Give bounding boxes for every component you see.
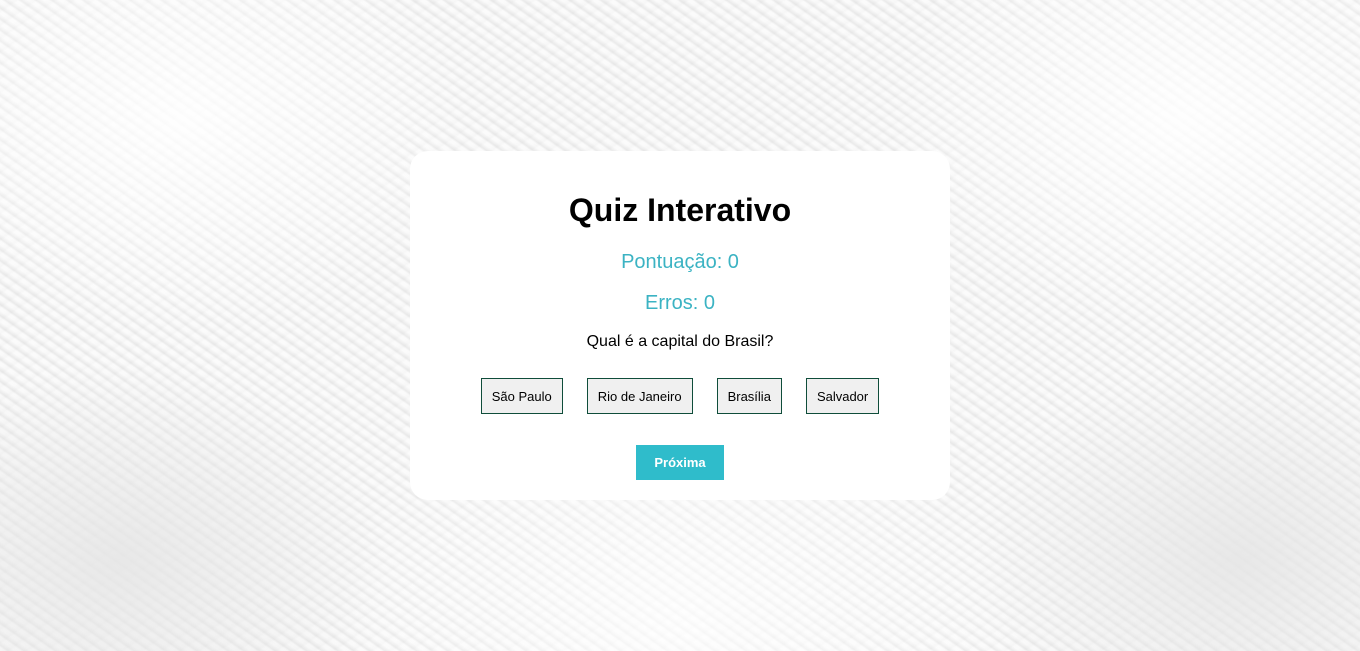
answer-option-salvador[interactable]: Salvador bbox=[805, 378, 880, 414]
quiz-title: Quiz Interativo bbox=[568, 192, 792, 228]
answer-option-brasilia[interactable]: Brasília bbox=[716, 378, 782, 414]
answer-option-rio-de-janeiro[interactable]: Rio de Janeiro bbox=[586, 378, 693, 414]
score-text: Pontuação: 0 bbox=[621, 251, 739, 273]
answer-option-sao-paulo[interactable]: São Paulo bbox=[480, 378, 563, 414]
next-button[interactable]: Próxima bbox=[636, 445, 724, 480]
quiz-card: Quiz Interativo Pontuação: 0 Erros: 0 Qu… bbox=[410, 151, 950, 500]
answer-options: São Paulo Rio de Janeiro Brasília Salvad… bbox=[410, 378, 950, 414]
question-text: Qual é a capital do Brasil? bbox=[586, 333, 774, 350]
errors-text: Erros: 0 bbox=[644, 292, 716, 314]
